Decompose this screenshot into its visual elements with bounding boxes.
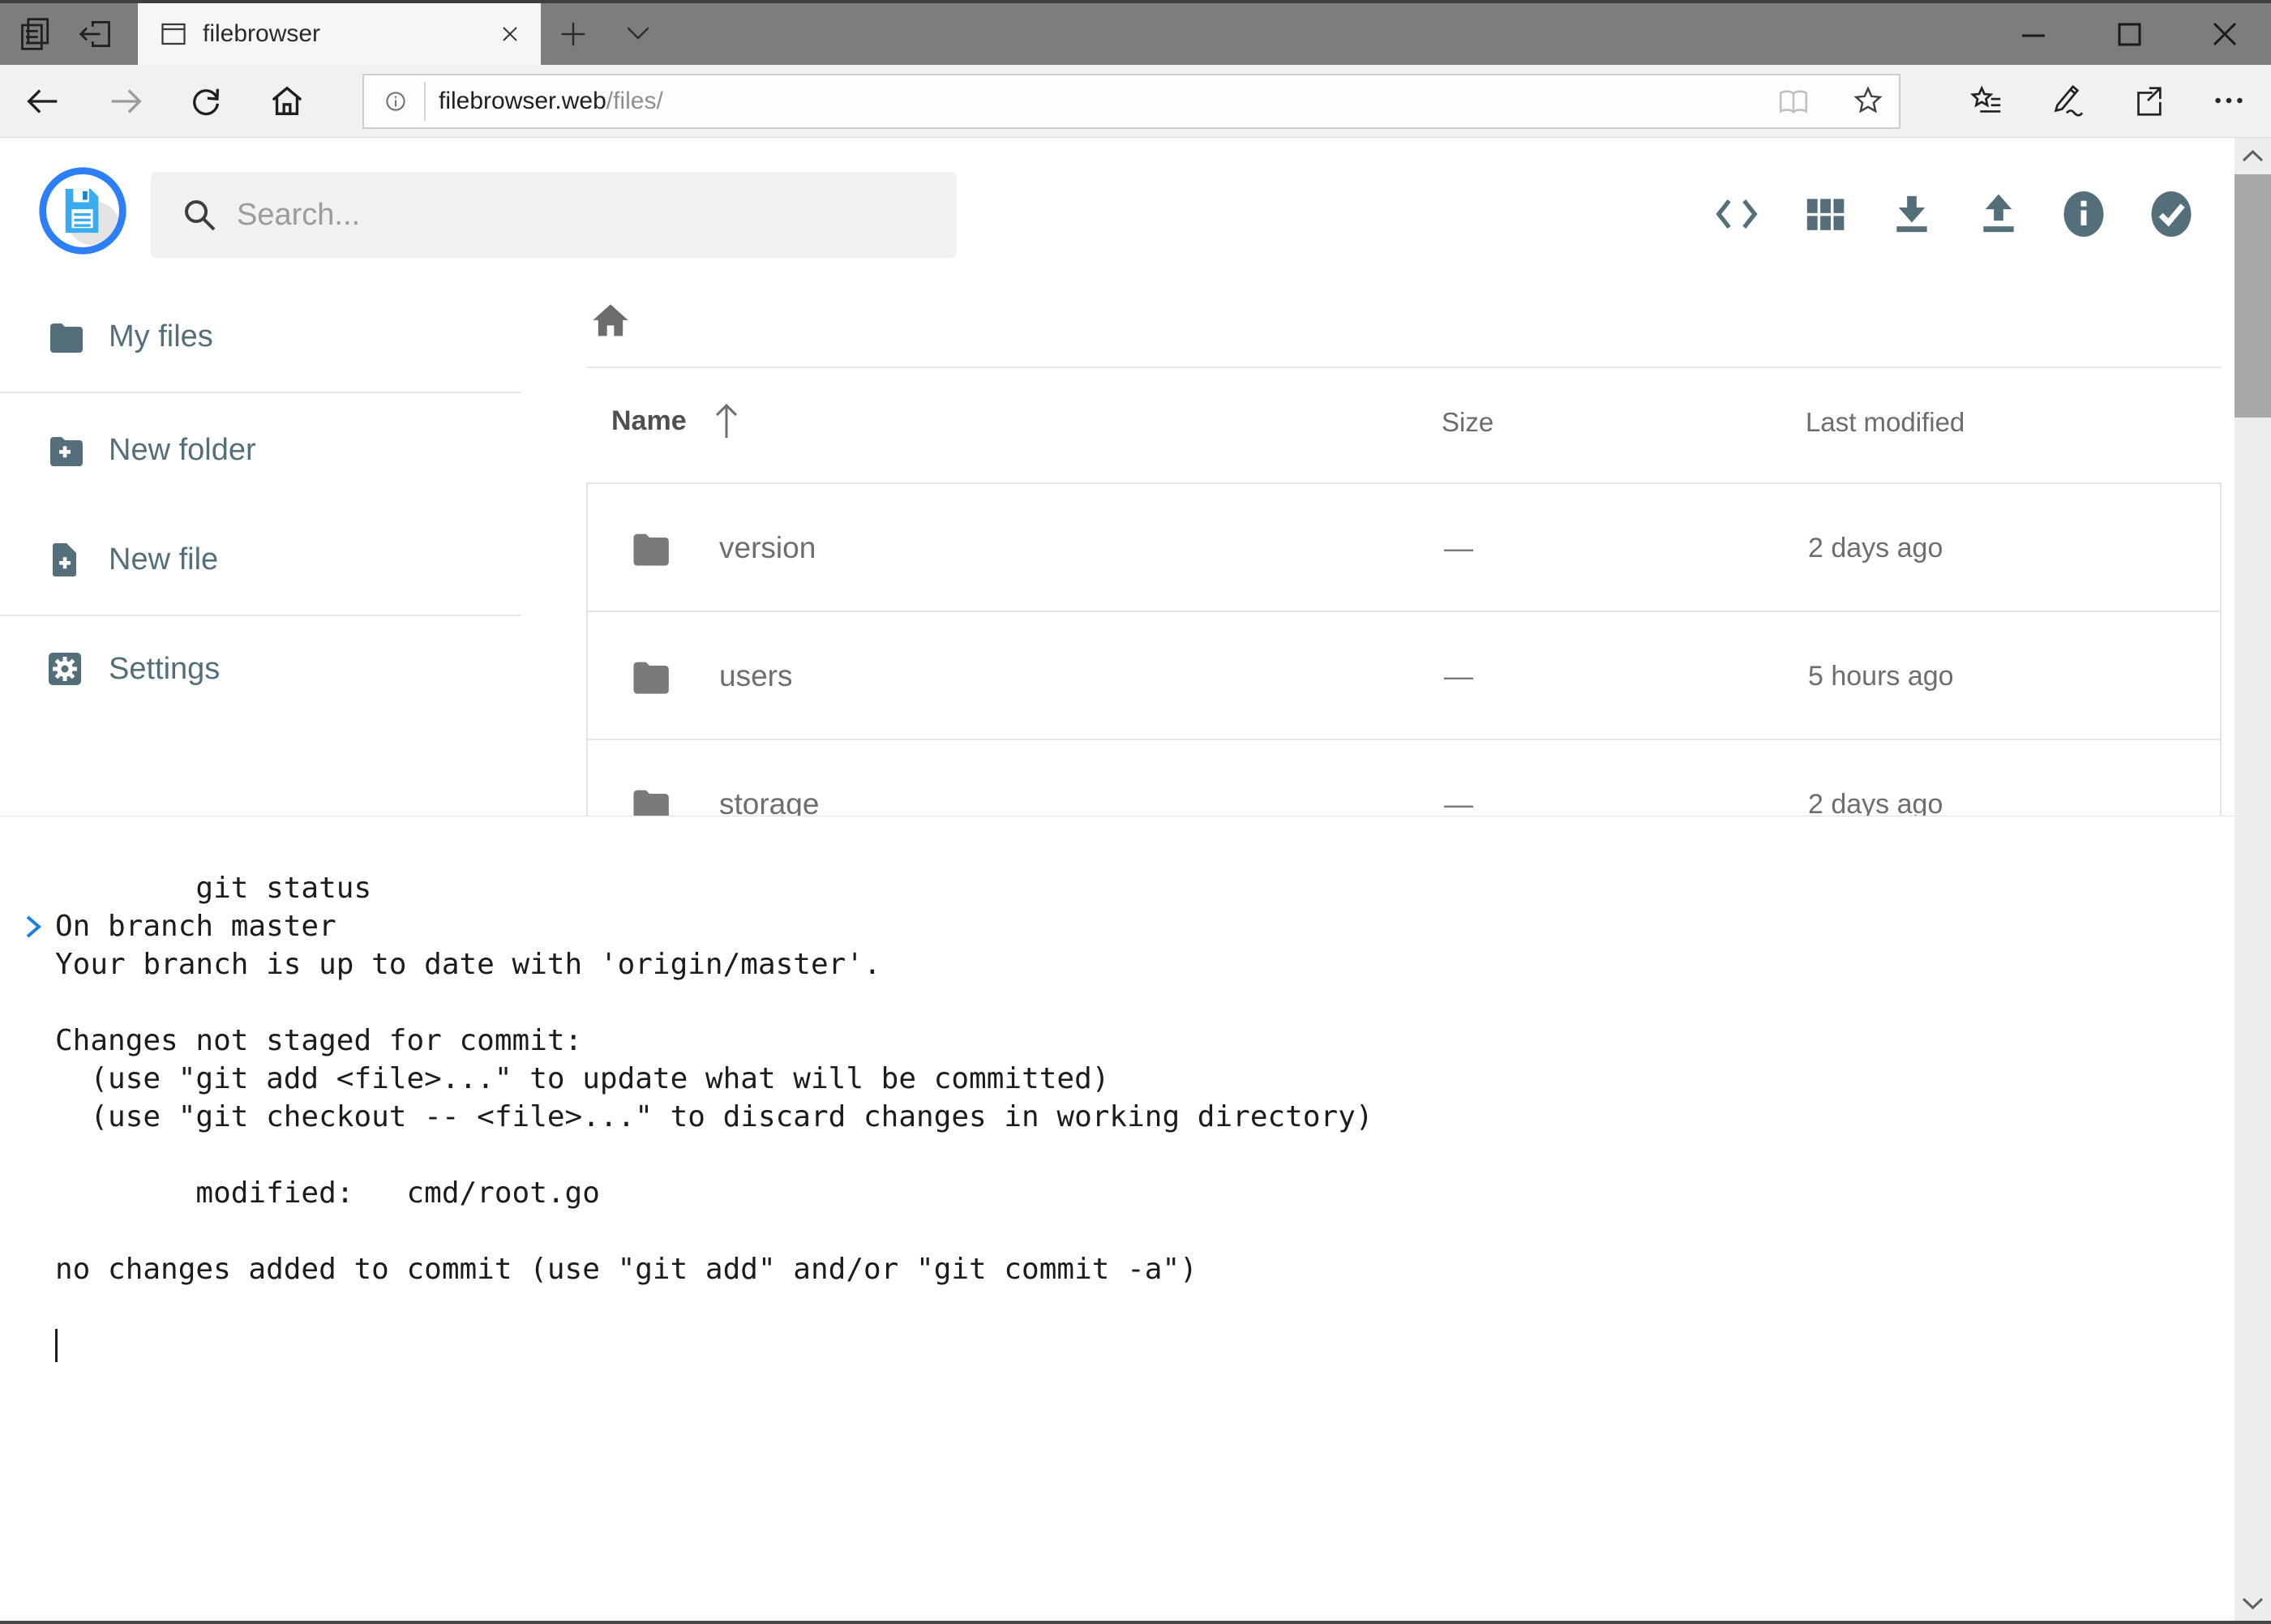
terminal-input-line[interactable]: [0, 1326, 2235, 1365]
sidebar-item-label: My files: [109, 319, 213, 354]
url-path: /files/: [606, 88, 663, 114]
search-input[interactable]: [237, 172, 934, 258]
listing-header: Name Size Last modified: [0, 405, 2271, 451]
terminal-output-line: [0, 983, 2235, 1022]
editor-code-icon[interactable]: [1714, 191, 1759, 237]
window-close-button[interactable]: [2205, 15, 2244, 54]
file-row-users[interactable]: users — 5 hours ago: [588, 612, 2220, 740]
terminal-output-line: Changes not staged for commit:: [0, 1022, 2235, 1060]
share-icon[interactable]: [2129, 82, 2166, 119]
search-box[interactable]: [151, 172, 957, 258]
terminal-output-line: On branch master: [0, 907, 2235, 945]
file-list: version — 2 days ago users — 5 hours ago…: [586, 482, 2222, 868]
terminal-output-line: [0, 1288, 2235, 1326]
terminal-output-line: (use "git checkout -- <file>..." to disc…: [0, 1098, 2235, 1136]
url-host: filebrowser.web: [439, 88, 606, 114]
reading-view-icon[interactable]: [1776, 85, 1810, 119]
new-tab-icon[interactable]: [558, 19, 589, 49]
file-name: users: [719, 612, 792, 740]
upload-icon[interactable]: [1976, 191, 2021, 237]
sidebar-divider: [0, 392, 521, 393]
file-name: version: [719, 484, 816, 612]
edge-browser-window: filebrowser: [0, 0, 2271, 1624]
tab-list-chevron-icon[interactable]: [623, 23, 653, 47]
terminal-output-line: (use "git add <file>..." to update what …: [0, 1060, 2235, 1098]
window-maximize-button[interactable]: [2110, 15, 2149, 54]
sort-ascending-icon[interactable]: [710, 399, 743, 441]
folder-icon: [45, 317, 84, 356]
favorites-hub-icon[interactable]: [1968, 82, 2005, 119]
browser-tab[interactable]: filebrowser: [138, 3, 541, 65]
breadcrumb-divider: [586, 366, 2222, 368]
download-icon[interactable]: [1889, 191, 1935, 237]
terminal-output-line: [0, 869, 2235, 907]
terminal-output-line: [0, 1212, 2235, 1250]
grid-view-icon[interactable]: [1802, 191, 1848, 237]
navigation-bar: filebrowser.web/files/: [0, 65, 2271, 138]
file-size: —: [1444, 484, 1473, 612]
page-scrollbar[interactable]: [2235, 138, 2271, 1624]
search-icon: [180, 195, 219, 234]
breadcrumb-home-icon[interactable]: [589, 300, 632, 342]
info-icon[interactable]: [2061, 191, 2106, 237]
terminal-panel[interactable]: git status On branch master Your branch …: [0, 816, 2235, 1624]
tab-title: filebrowser: [203, 3, 320, 65]
sidebar-item-label: Settings: [109, 652, 220, 687]
prompt-chevron-icon: [24, 838, 44, 863]
favorite-star-icon[interactable]: [1851, 84, 1885, 118]
file-plus-icon: [45, 540, 84, 579]
column-header-name[interactable]: Name: [611, 405, 687, 437]
terminal-command-line: git status: [0, 831, 2235, 869]
scrollbar-thumb[interactable]: [2235, 174, 2271, 418]
set-tabs-aside-icon[interactable]: [78, 16, 114, 52]
terminal-output-line: modified: cmd/root.go: [0, 1174, 2235, 1212]
folder-icon: [628, 527, 671, 569]
terminal-output-line: [0, 1136, 2235, 1174]
window-bottom-border: [0, 1621, 2271, 1624]
select-check-icon[interactable]: [2149, 191, 2194, 237]
settings-more-icon[interactable]: [2210, 82, 2247, 119]
file-size: —: [1444, 612, 1473, 740]
site-info-icon[interactable]: [382, 88, 409, 115]
file-row-version[interactable]: version — 2 days ago: [588, 484, 2220, 612]
sidebar-item-new-file[interactable]: New file: [0, 519, 521, 600]
address-bar[interactable]: filebrowser.web/files/: [362, 74, 1900, 129]
tab-preview-icon[interactable]: [18, 16, 54, 52]
folder-icon: [628, 655, 671, 697]
terminal-output-line: no changes added to commit (use "git add…: [0, 1250, 2235, 1288]
forward-icon[interactable]: [107, 83, 144, 120]
filebrowser-page: My files New folder New file: [0, 138, 2271, 1624]
terminal-caret: [55, 1329, 58, 1362]
sidebar-divider: [0, 615, 521, 616]
file-modified: 5 hours ago: [1808, 612, 1954, 740]
sidebar-item-settings[interactable]: Settings: [0, 628, 521, 709]
sidebar-item-my-files[interactable]: My files: [0, 296, 521, 377]
column-header-size[interactable]: Size: [1442, 407, 1493, 438]
file-modified: 2 days ago: [1808, 484, 1943, 612]
sidebar-item-label: New file: [109, 542, 218, 577]
back-icon[interactable]: [24, 83, 62, 120]
annotate-pen-icon[interactable]: [2048, 82, 2085, 119]
home-nav-icon[interactable]: [268, 83, 306, 120]
scrollbar-up-icon[interactable]: [2239, 146, 2266, 165]
window-minimize-button[interactable]: [2014, 15, 2053, 54]
tab-bar: filebrowser: [0, 3, 2271, 65]
url-text[interactable]: filebrowser.web/files/: [439, 75, 663, 127]
filebrowser-logo: [36, 164, 130, 258]
refresh-icon[interactable]: [187, 83, 225, 120]
settings-icon: [45, 649, 84, 688]
column-header-modified[interactable]: Last modified: [1806, 407, 1965, 438]
terminal-output-line: Your branch is up to date with 'origin/m…: [0, 945, 2235, 983]
address-separator: [424, 82, 426, 121]
page-favicon-icon: [159, 19, 188, 49]
tab-close-icon[interactable]: [497, 21, 523, 47]
scrollbar-down-icon[interactable]: [2239, 1593, 2266, 1613]
